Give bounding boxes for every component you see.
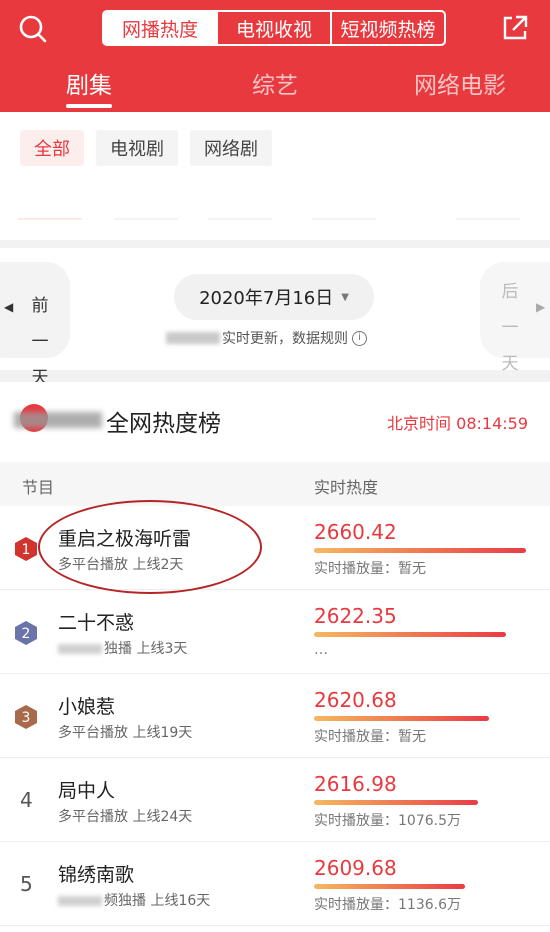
heat-value: 2609.68 xyxy=(314,856,397,880)
faint-line xyxy=(18,218,82,220)
right-arrow-icon: ▶ xyxy=(536,300,546,314)
heat-value: 2616.98 xyxy=(314,772,397,796)
table-row[interactable]: 4 局中人多平台播放 上线24天 2616.98 实时播放量：1076.5万 xyxy=(0,758,550,842)
faint-line xyxy=(208,218,272,220)
row-divider xyxy=(0,925,550,926)
date-picker[interactable]: 2020年7月16日 ▼ xyxy=(174,274,374,320)
prev-day-button[interactable]: ◀ 前 一 天 xyxy=(0,262,70,388)
caret-down-icon: ▼ xyxy=(341,291,349,303)
update-note: 实时更新，数据规则 i xyxy=(166,328,367,348)
date-section: ◀ 前 一 天 2020年7月16日 ▼ 实时更新，数据规则 i 后 一 天 ▶ xyxy=(0,248,550,388)
top-header: 网播热度 电视收视 短视频热榜 剧集 综艺 网络电影 xyxy=(0,0,550,112)
tab-variety[interactable]: 综艺 xyxy=(252,66,298,100)
next-char: 一 xyxy=(501,318,519,338)
column-header: 节目 实时热度 xyxy=(0,462,550,506)
tab-series[interactable]: 剧集 xyxy=(66,66,112,100)
tab-web-heat[interactable]: 网播热度 xyxy=(104,12,218,44)
redacted-text xyxy=(58,896,102,906)
ranking-section: 全网热度榜 北京时间 08:14:59 节目 实时热度 1 重启之极海听雷 多平台播… xyxy=(0,382,550,932)
show-name[interactable]: 局中人 xyxy=(58,776,115,803)
search-icon[interactable] xyxy=(18,14,48,44)
heat-bar xyxy=(314,884,465,889)
filter-card: 全部 电视剧 网络剧 xyxy=(0,112,550,240)
filter-all[interactable]: 全部 xyxy=(20,130,84,166)
show-meta: 多平台播放 上线19天 xyxy=(58,722,192,742)
heat-bar xyxy=(314,548,526,553)
next-char: 后 xyxy=(501,282,519,302)
filter-web-drama[interactable]: 网络剧 xyxy=(190,130,272,166)
next-day-button[interactable]: 后 一 天 ▶ xyxy=(480,262,550,374)
highlight-circle xyxy=(38,500,262,594)
table-row[interactable]: 3 小娘惹多平台播放 上线19天 2620.68 实时播放量：暂无 xyxy=(0,674,550,758)
show-meta-text: 多平台播放 上线19天 xyxy=(58,725,193,741)
tab-web-movie[interactable]: 网络电影 xyxy=(414,66,506,100)
rank-number: 4 xyxy=(20,788,33,812)
show-name[interactable]: 锦绣南歌 xyxy=(58,860,134,887)
filter-tv-drama[interactable]: 电视剧 xyxy=(96,130,178,166)
table-row[interactable]: 5 锦绣南歌频独播 上线16天 2609.68 实时播放量：1136.6万 xyxy=(0,842,550,926)
redacted-text xyxy=(166,332,220,344)
show-meta: 频独播 上线16天 xyxy=(58,890,210,910)
play-count: 实时播放量：1136.6万 xyxy=(314,897,461,913)
table-row[interactable]: 2 二十不惑独播 上线3天 2622.35 … xyxy=(0,590,550,674)
rank-medal-icon: 1 xyxy=(15,537,37,561)
show-name[interactable]: 二十不惑 xyxy=(58,608,134,635)
show-meta: 多平台播放 上线24天 xyxy=(58,806,192,826)
faint-line xyxy=(456,218,520,220)
faint-line xyxy=(114,218,178,220)
rank-number: 3 xyxy=(22,710,31,726)
show-meta-text: 多平台播放 上线24天 xyxy=(58,809,193,825)
heat-bar xyxy=(314,716,489,721)
sub-tab-group: 剧集 综艺 网络电影 xyxy=(0,66,550,106)
faint-filter-row xyxy=(18,182,532,222)
rank-number: 1 xyxy=(22,542,31,558)
top-tab-group: 网播热度 电视收视 短视频热榜 xyxy=(102,10,446,46)
faint-line xyxy=(312,218,376,220)
play-count: 实时播放量：暂无 xyxy=(314,561,426,577)
heat-bar xyxy=(314,632,506,637)
left-arrow-icon: ◀ xyxy=(4,300,14,314)
rank-medal-icon: 2 xyxy=(15,621,37,645)
prev-char: 一 xyxy=(31,332,49,352)
heat-value: 2622.35 xyxy=(314,604,397,628)
heat-value: 2620.68 xyxy=(314,688,397,712)
next-day-label: 后 一 天 xyxy=(500,274,520,382)
redacted-brand xyxy=(14,412,102,428)
info-icon[interactable]: i xyxy=(352,330,367,346)
active-tab-indicator xyxy=(66,104,112,108)
ranking-title: 全网热度榜 xyxy=(106,411,221,437)
prev-char: 前 xyxy=(31,296,49,316)
play-count: 实时播放量：1076.5万 xyxy=(314,813,461,829)
play-count: 实时播放量：暂无 xyxy=(314,729,426,745)
share-icon[interactable] xyxy=(500,13,530,43)
play-count: … xyxy=(314,642,328,658)
heat-value: 2660.42 xyxy=(314,520,397,544)
redacted-text xyxy=(58,644,102,654)
tab-tv-ratings[interactable]: 电视收视 xyxy=(218,12,332,44)
heat-bar xyxy=(314,800,478,805)
prev-day-label: 前 一 天 xyxy=(30,288,50,396)
rank-medal-icon: 3 xyxy=(15,705,37,729)
beijing-time: 北京时间 08:14:59 xyxy=(387,414,528,433)
update-note-text[interactable]: 实时更新，数据规则 xyxy=(222,328,348,348)
rank-number: 2 xyxy=(22,626,31,642)
show-meta-text: 频独播 上线16天 xyxy=(104,893,211,909)
show-meta-text: 独播 上线3天 xyxy=(104,641,188,657)
date-value: 2020年7月16日 xyxy=(199,288,334,309)
tab-short-video[interactable]: 短视频热榜 xyxy=(332,12,444,44)
show-meta: 独播 上线3天 xyxy=(58,638,187,658)
col-heat: 实时热度 xyxy=(314,478,379,497)
next-char: 天 xyxy=(501,354,519,374)
show-name[interactable]: 小娘惹 xyxy=(58,692,115,719)
rank-number: 5 xyxy=(20,872,33,896)
col-program: 节目 xyxy=(22,478,55,497)
